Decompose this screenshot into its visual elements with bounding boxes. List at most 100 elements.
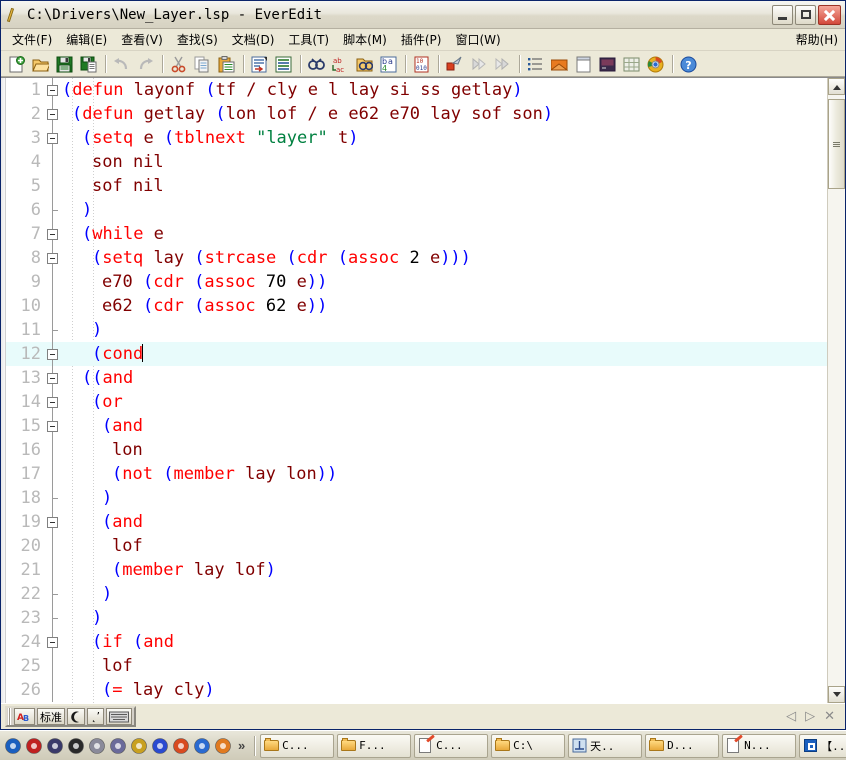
find-in-files-icon[interactable] bbox=[353, 53, 376, 75]
next-doc-button[interactable]: ▷ bbox=[805, 709, 815, 724]
code-line[interactable]: 7 (while e bbox=[6, 222, 827, 246]
code-line[interactable]: 8 (setq lay (strcase (cdr (assoc 2 e))) bbox=[6, 246, 827, 270]
taskbar-button[interactable]: 【.. bbox=[799, 733, 846, 758]
ime-punct-label[interactable]: ˛ʼ bbox=[87, 708, 104, 725]
fold-collapse-icon[interactable] bbox=[44, 630, 62, 654]
scroll-down-arrow[interactable] bbox=[828, 686, 845, 703]
ime-toolbar[interactable]: A B 标准 ˛ʼ bbox=[5, 706, 136, 727]
save-file-icon[interactable] bbox=[53, 53, 76, 75]
replace-icon[interactable]: ab ac bbox=[329, 53, 352, 75]
code-line[interactable]: 24 (if (and bbox=[6, 630, 827, 654]
code-line[interactable]: 1 (defun layonf (tf / cly e l lay si ss g… bbox=[6, 78, 827, 102]
scroll-thumb[interactable] bbox=[828, 99, 845, 189]
maximize-button[interactable] bbox=[795, 4, 816, 25]
output-console-icon[interactable] bbox=[596, 53, 619, 75]
open-file-icon[interactable] bbox=[29, 53, 52, 75]
moon-icon[interactable] bbox=[67, 708, 85, 725]
taskbar-button[interactable]: D... bbox=[645, 733, 720, 758]
code-line[interactable]: 19 (and bbox=[6, 510, 827, 534]
code-line[interactable]: 18) bbox=[6, 486, 827, 510]
ime-mode-label[interactable]: 标准 bbox=[37, 708, 65, 725]
browser-preview-icon[interactable] bbox=[644, 53, 667, 75]
menu-script[interactable]: 脚本(M) bbox=[336, 29, 394, 50]
bookmark-next-icon[interactable] bbox=[467, 53, 490, 75]
menu-search[interactable]: 查找(S) bbox=[170, 29, 225, 50]
font-viewer-icon[interactable] bbox=[25, 737, 43, 755]
help-icon[interactable]: ? bbox=[677, 53, 700, 75]
code-line[interactable]: 15 (and bbox=[6, 414, 827, 438]
file-explorer-icon[interactable] bbox=[548, 53, 571, 75]
close-button[interactable] bbox=[818, 4, 841, 25]
format-lines-icon[interactable] bbox=[272, 53, 295, 75]
code-line[interactable]: 3 (setq e (tblnext "layer" t) bbox=[6, 126, 827, 150]
code-line[interactable]: 22) bbox=[6, 582, 827, 606]
quick-launch-overflow-button[interactable]: » bbox=[232, 738, 251, 753]
fold-collapse-icon[interactable] bbox=[44, 342, 62, 366]
menu-view[interactable]: 查看(V) bbox=[114, 29, 170, 50]
menu-plugins[interactable]: 插件(P) bbox=[394, 29, 449, 50]
taskbar-button[interactable]: C... bbox=[260, 733, 335, 758]
maxthon-browser-icon[interactable] bbox=[4, 737, 22, 755]
qq-messenger-icon[interactable] bbox=[172, 737, 190, 755]
audio-tool-icon[interactable] bbox=[214, 737, 232, 755]
code-line[interactable]: 4 son nil bbox=[6, 150, 827, 174]
code-line[interactable]: 5 sof nil bbox=[6, 174, 827, 198]
insert-line-icon[interactable] bbox=[248, 53, 271, 75]
goto-icon[interactable]: b a 4 bbox=[377, 53, 400, 75]
menu-file[interactable]: 文件(F) bbox=[5, 29, 59, 50]
fold-collapse-icon[interactable] bbox=[44, 222, 62, 246]
menu-edit[interactable]: 编辑(E) bbox=[59, 29, 114, 50]
show-desktop-icon[interactable] bbox=[46, 737, 64, 755]
keyboard-icon[interactable] bbox=[106, 708, 132, 725]
taskbar-button[interactable]: C:\ bbox=[491, 733, 566, 758]
code-line[interactable]: 14 (or bbox=[6, 390, 827, 414]
fold-collapse-icon[interactable] bbox=[44, 366, 62, 390]
code-text-area[interactable]: 1 (defun layonf (tf / cly e l lay si ss g… bbox=[6, 78, 827, 703]
bookmark-prev-icon[interactable] bbox=[491, 53, 514, 75]
menu-tools[interactable]: 工具(T) bbox=[281, 29, 336, 50]
code-line[interactable]: 25 lof bbox=[6, 654, 827, 678]
code-line[interactable]: 9 e70 (cdr (assoc 70 e)) bbox=[6, 270, 827, 294]
cut-icon[interactable] bbox=[167, 53, 190, 75]
char-map-icon[interactable] bbox=[620, 53, 643, 75]
code-line[interactable]: 23) bbox=[6, 606, 827, 630]
menu-document[interactable]: 文档(D) bbox=[225, 29, 282, 50]
bookmark-toggle-icon[interactable] bbox=[443, 53, 466, 75]
outline-panel-icon[interactable] bbox=[524, 53, 547, 75]
scroll-up-arrow[interactable] bbox=[828, 78, 845, 95]
code-line[interactable]: 12 (cond bbox=[6, 342, 827, 366]
taskbar-button[interactable]: 天.. bbox=[568, 733, 643, 758]
redo-icon[interactable] bbox=[134, 53, 157, 75]
code-line[interactable]: 10 e62 (cdr (assoc 62 e)) bbox=[6, 294, 827, 318]
media-player-icon[interactable] bbox=[151, 737, 169, 755]
find-icon[interactable] bbox=[305, 53, 328, 75]
ime-logo-icon[interactable]: A B bbox=[14, 708, 35, 725]
scroll-track[interactable] bbox=[828, 95, 845, 686]
vertical-scrollbar[interactable] bbox=[827, 78, 845, 703]
code-line[interactable]: 17 (not (member lay lon)) bbox=[6, 462, 827, 486]
fold-collapse-icon[interactable] bbox=[44, 414, 62, 438]
disc-burn-icon[interactable] bbox=[88, 737, 106, 755]
code-line[interactable]: 21 (member lay lof) bbox=[6, 558, 827, 582]
paste-icon[interactable] bbox=[215, 53, 238, 75]
new-file-icon[interactable] bbox=[5, 53, 28, 75]
taskbar-button[interactable]: N... bbox=[722, 733, 797, 758]
code-line[interactable]: 26 (= lay cly) bbox=[6, 678, 827, 702]
taskbar-button[interactable]: C... bbox=[414, 733, 489, 758]
code-line[interactable]: 13 ((and bbox=[6, 366, 827, 390]
hex-view-icon[interactable]: 10 010 bbox=[410, 53, 433, 75]
close-doc-button[interactable]: ✕ bbox=[824, 709, 835, 724]
ime-drag-handle[interactable] bbox=[8, 708, 11, 725]
webcam-icon[interactable] bbox=[130, 737, 148, 755]
clipboard-panel-icon[interactable] bbox=[572, 53, 595, 75]
taskbar-button[interactable]: F... bbox=[337, 733, 412, 758]
code-line[interactable]: 20 lof bbox=[6, 534, 827, 558]
minimize-button[interactable] bbox=[772, 4, 793, 25]
fold-collapse-icon[interactable] bbox=[44, 246, 62, 270]
fold-collapse-icon[interactable] bbox=[44, 510, 62, 534]
recorder-icon[interactable] bbox=[67, 737, 85, 755]
code-line[interactable]: 16 lon bbox=[6, 438, 827, 462]
code-line[interactable]: 2 (defun getlay (lon lof / e e62 e70 lay … bbox=[6, 102, 827, 126]
cd-player-icon[interactable] bbox=[109, 737, 127, 755]
save-all-icon[interactable] bbox=[77, 53, 100, 75]
